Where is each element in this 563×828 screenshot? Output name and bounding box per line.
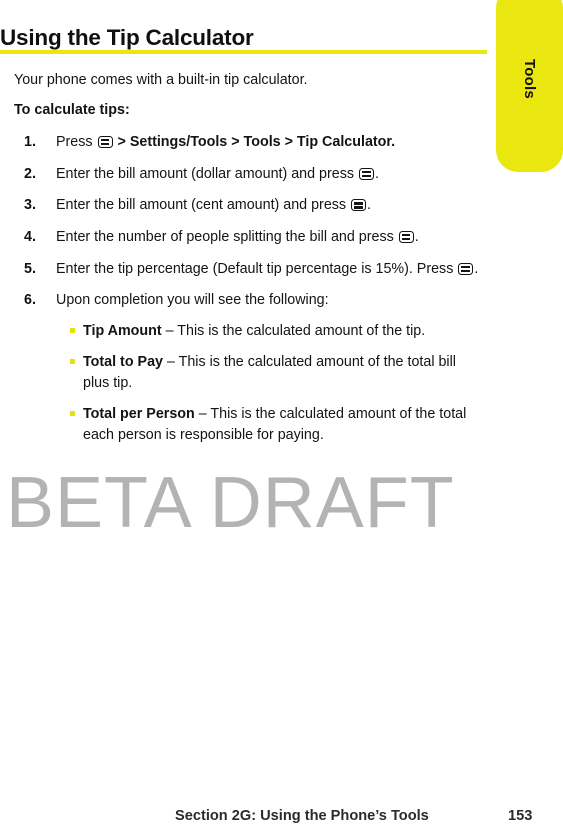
- menu-ok-key-icon: [97, 135, 113, 148]
- sub-bullet-list: Tip Amount – This is the calculated amou…: [56, 321, 484, 446]
- page-footer: Section 2G: Using the Phone’s Tools 153: [0, 808, 563, 828]
- list-item: Tip Amount – This is the calculated amou…: [56, 321, 484, 342]
- intro-paragraph: Your phone comes with a built-in tip cal…: [14, 72, 308, 88]
- step-item: 4. Enter the number of people splitting …: [14, 227, 484, 249]
- content-area: Your phone comes with a built-in tip cal…: [14, 70, 484, 456]
- lead-in-paragraph: To calculate tips:: [14, 102, 130, 119]
- sub-item-term: Tip Amount: [83, 323, 162, 340]
- list-item: Total per Person – This is the calculate…: [56, 404, 484, 447]
- square-bullet-icon: [70, 410, 75, 416]
- page-body: Using the Tip Calculator Your phone come…: [0, 0, 563, 828]
- step-text-prefix: Enter the bill amount (cent amount) and …: [56, 197, 351, 214]
- step-text-prefix: Upon completion you will see the followi…: [56, 292, 329, 309]
- step-item: 1. Press > Settings/Tools > Tools > Tip …: [14, 132, 484, 154]
- square-bullet-icon: [70, 328, 75, 334]
- sub-item-description: – This is the calculated amount of the t…: [161, 323, 426, 340]
- step-number: 3.: [24, 197, 36, 214]
- step-item: 3. Enter the bill amount (cent amount) a…: [14, 195, 484, 217]
- footer-section-label: Section 2G: Using the Phone’s Tools: [175, 808, 429, 824]
- step-item: 5. Enter the tip percentage (Default tip…: [14, 259, 484, 281]
- step-item: 6. Upon completion you will see the foll…: [14, 290, 484, 446]
- sub-item-term: Total to Pay: [83, 353, 163, 370]
- step-number: 1.: [24, 133, 36, 150]
- step-number: 5.: [24, 260, 36, 277]
- page-title: Using the Tip Calculator: [0, 25, 254, 51]
- step-item: 2. Enter the bill amount (dollar amount)…: [14, 164, 484, 186]
- step-menu-path: Settings/Tools > Tools > Tip Calculator.: [129, 133, 396, 150]
- square-bullet-icon: [70, 358, 75, 364]
- list-item: Total to Pay – This is the calculated am…: [56, 352, 484, 395]
- steps-list: 1. Press > Settings/Tools > Tools > Tip …: [14, 132, 484, 447]
- title-divider: [0, 50, 487, 54]
- menu-ok-key-icon: [351, 199, 367, 212]
- step-number: 2.: [24, 165, 36, 182]
- step-number: 6.: [24, 292, 36, 309]
- step-text-suffix: .: [374, 165, 379, 182]
- menu-ok-key-icon: [398, 231, 414, 244]
- footer-page-number: 153: [508, 808, 533, 824]
- step-chevron: >: [113, 133, 130, 150]
- step-text-suffix: .: [414, 229, 419, 246]
- step-number: 4.: [24, 229, 36, 246]
- step-text-suffix: .: [474, 260, 479, 277]
- step-text-prefix: Enter the tip percentage (Default tip pe…: [56, 260, 458, 277]
- step-text-prefix: Enter the number of people splitting the…: [56, 229, 398, 246]
- menu-ok-key-icon: [358, 167, 374, 180]
- step-text-prefix: Enter the bill amount (dollar amount) an…: [56, 165, 358, 182]
- sub-item-term: Total per Person: [83, 405, 195, 422]
- menu-ok-key-icon: [458, 262, 474, 275]
- step-text-prefix: Press: [56, 133, 97, 150]
- beta-draft-watermark: BETA DRAFT: [6, 463, 455, 543]
- step-text-suffix: .: [367, 197, 372, 214]
